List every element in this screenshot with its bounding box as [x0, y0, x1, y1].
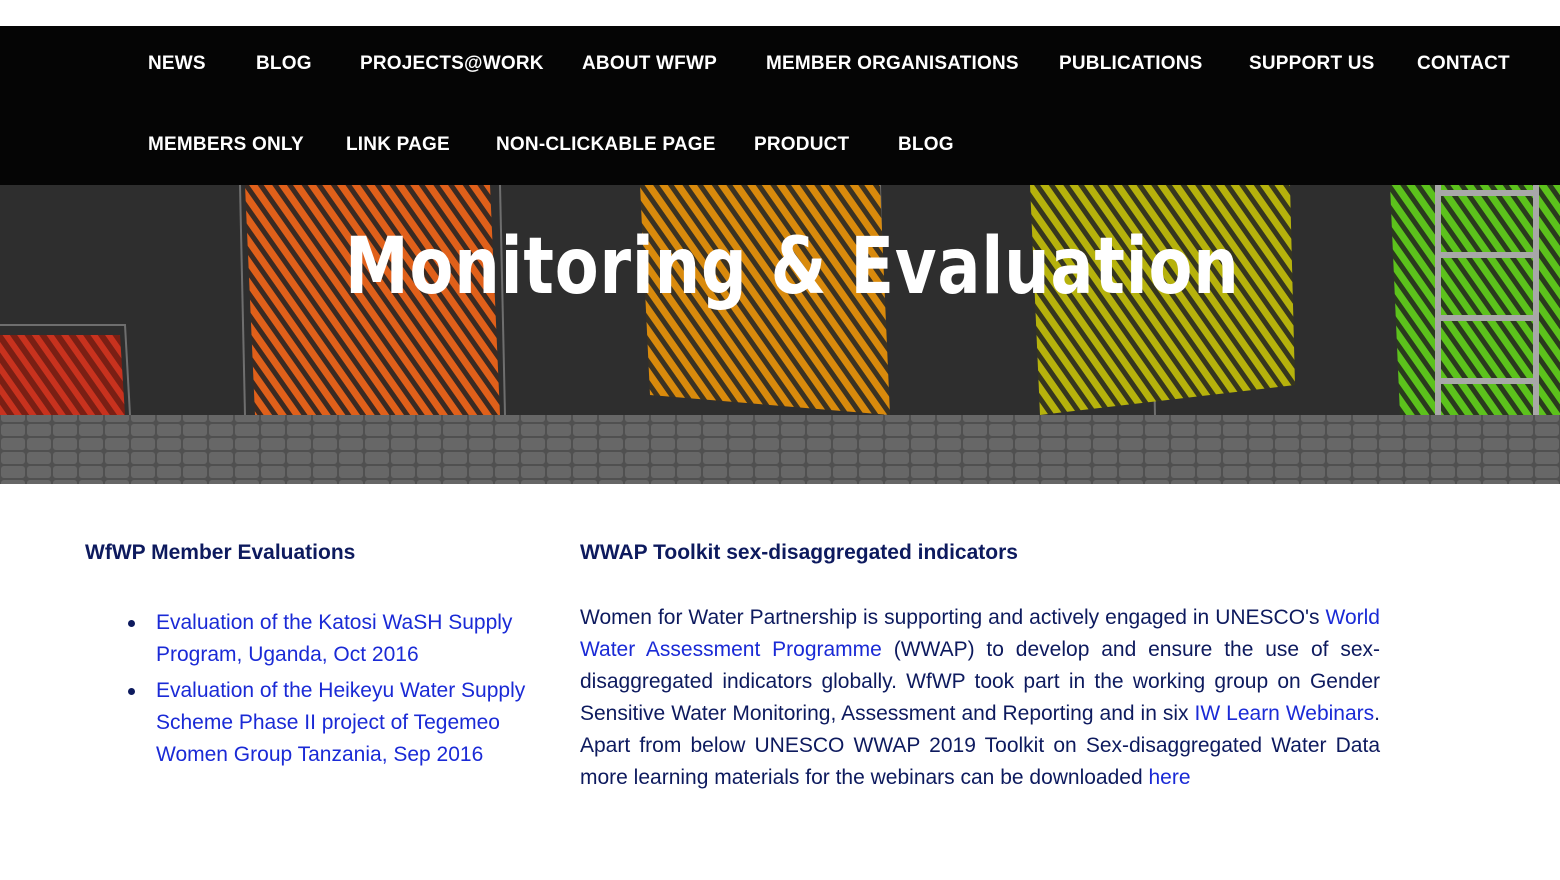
nav-news[interactable]: NEWS [148, 53, 206, 75]
nav-support-us[interactable]: SUPPORT US [1249, 53, 1375, 75]
list-item: Evaluation of the Heikeyu Water Supply S… [128, 675, 538, 771]
nav-non-clickable-page[interactable]: NON-CLICKABLE PAGE [496, 134, 716, 156]
nav-contact[interactable]: CONTACT [1417, 53, 1510, 75]
wwap-toolkit-heading: WWAP Toolkit sex-disaggregated indicator… [580, 541, 1018, 564]
nav-about-wfwp[interactable]: ABOUT WFWP [582, 53, 717, 75]
iw-learn-webinars-link[interactable]: IW Learn Webinars [1195, 702, 1375, 725]
top-whitespace [0, 0, 1560, 26]
paragraph-text: Women for Water Partnership is supportin… [580, 606, 1326, 629]
nav-product[interactable]: PRODUCT [754, 134, 849, 156]
heikeyu-evaluation-link[interactable]: Evaluation of the Heikeyu Water Supply S… [156, 679, 525, 766]
wwap-description-paragraph: Women for Water Partnership is supportin… [580, 602, 1380, 794]
nav-blog[interactable]: BLOG [256, 53, 312, 75]
nav-member-organisations[interactable]: MEMBER ORGANISATIONS [766, 53, 1019, 75]
evaluations-list: Evaluation of the Katosi WaSH Supply Pro… [128, 607, 538, 775]
nav-members-only[interactable]: MEMBERS ONLY [148, 134, 304, 156]
page-title: Monitoring & Evaluation [345, 222, 1240, 312]
nav-blog-2[interactable]: BLOG [898, 134, 954, 156]
katosi-evaluation-link[interactable]: Evaluation of the Katosi WaSH Supply Pro… [156, 611, 512, 666]
download-here-link[interactable]: here [1149, 766, 1191, 789]
nav-publications[interactable]: PUBLICATIONS [1059, 53, 1203, 75]
nav-projects-at-work[interactable]: PROJECTS@WORK [360, 53, 544, 75]
main-navigation: NEWS BLOG PROJECTS@WORK ABOUT WFWP MEMBE… [0, 26, 1560, 185]
list-item: Evaluation of the Katosi WaSH Supply Pro… [128, 607, 538, 671]
member-evaluations-heading: WfWP Member Evaluations [85, 541, 356, 564]
nav-link-page[interactable]: LINK PAGE [346, 134, 450, 156]
